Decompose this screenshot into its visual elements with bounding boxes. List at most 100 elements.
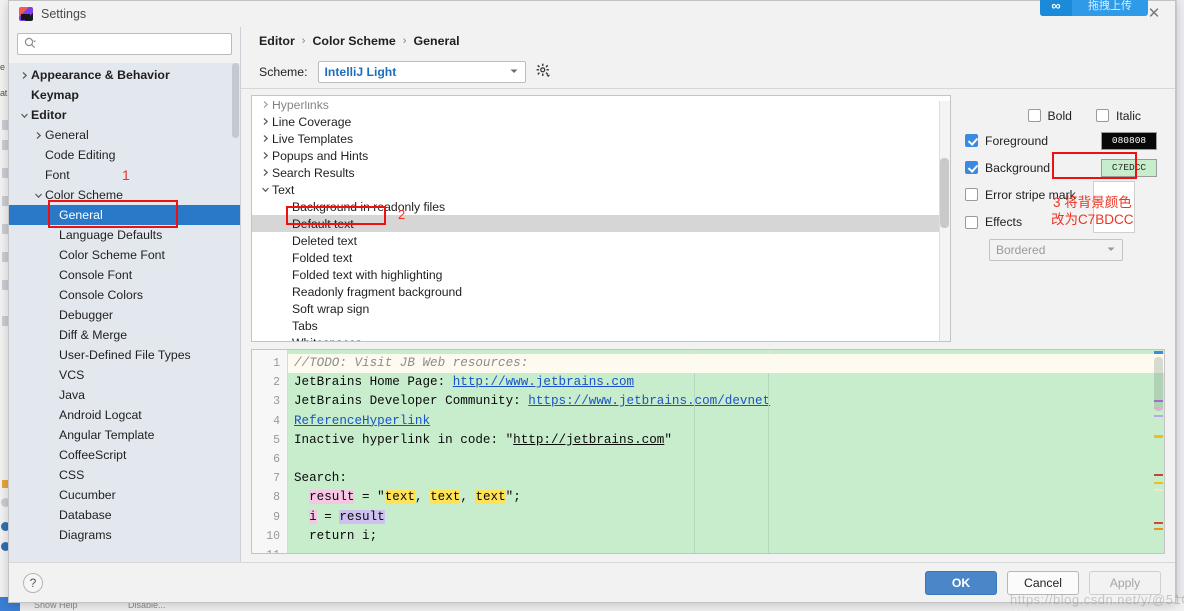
sidebar-item-database[interactable]: Database xyxy=(9,505,240,525)
attribute-item-soft-wrap-sign[interactable]: Soft wrap sign xyxy=(252,300,950,317)
sidebar-item-label: CoffeeScript xyxy=(59,448,127,462)
error-stripe-color-swatch[interactable] xyxy=(1093,181,1135,233)
ok-button[interactable]: OK xyxy=(925,570,997,595)
sidebar-item-appearance-behavior[interactable]: Appearance & Behavior xyxy=(9,65,240,85)
attributes-scrollbar-thumb[interactable] xyxy=(940,158,949,228)
cancel-button[interactable]: Cancel xyxy=(1007,570,1079,595)
sidebar-item-code-editing[interactable]: Code Editing xyxy=(9,145,240,165)
sidebar-item-color-scheme-font[interactable]: Color Scheme Font xyxy=(9,245,240,265)
code-inactive-hyperlink: http://jetbrains.com xyxy=(513,432,665,447)
line-number: 11 xyxy=(252,546,287,553)
chevron-down-icon[interactable] xyxy=(17,111,31,120)
code-hyperlink[interactable]: https://www.jetbrains.com/devnet xyxy=(528,394,770,408)
sidebar-item-editor[interactable]: Editor xyxy=(9,105,240,125)
sidebar-item-android-logcat[interactable]: Android Logcat xyxy=(9,405,240,425)
attribute-item-text[interactable]: Text xyxy=(252,181,950,198)
sidebar-item-coffeescript[interactable]: CoffeeScript xyxy=(9,445,240,465)
attribute-item-background-in-readonly-files[interactable]: Background in readonly files xyxy=(252,198,950,215)
attribute-item-folded-text-with-highlighting[interactable]: Folded text with highlighting xyxy=(252,266,950,283)
error-stripe-mark[interactable] xyxy=(1154,415,1163,417)
code-hyperlink[interactable]: ReferenceHyperlink xyxy=(294,414,430,428)
code-hyperlink[interactable]: http://www.jetbrains.com xyxy=(453,375,634,389)
sidebar-item-color-scheme[interactable]: Color Scheme xyxy=(9,185,240,205)
attribute-item-line-coverage[interactable]: Line Coverage xyxy=(252,113,950,130)
sidebar-item-label: Color Scheme xyxy=(45,188,123,202)
apply-button[interactable]: Apply xyxy=(1089,570,1161,595)
attribute-item-search-results[interactable]: Search Results xyxy=(252,164,950,181)
sidebar-item-user-defined-file-types[interactable]: User-Defined File Types xyxy=(9,345,240,365)
preview-code[interactable]: //TODO: Visit JB Web resources: JetBrains… xyxy=(288,350,1164,553)
attribute-item-whitespaces[interactable]: Whitespaces xyxy=(252,334,950,342)
error-stripe-mark[interactable] xyxy=(1154,400,1163,402)
error-stripe-mark[interactable] xyxy=(1154,522,1163,524)
attribute-item-popups-and-hints[interactable]: Popups and Hints xyxy=(252,147,950,164)
code-line: Inactive hyperlink in code: "http://jetb… xyxy=(294,432,672,447)
breadcrumb-item-general[interactable]: General xyxy=(413,34,459,48)
search-input[interactable] xyxy=(40,36,225,52)
chevron-down-icon xyxy=(1106,243,1116,257)
breadcrumb-item-color-scheme[interactable]: Color Scheme xyxy=(312,34,395,48)
sidebar-item-console-font[interactable]: Console Font xyxy=(9,265,240,285)
chevron-down-icon[interactable] xyxy=(258,185,272,194)
background-color-swatch[interactable]: C7EDCC xyxy=(1101,158,1157,177)
sidebar-item-language-defaults[interactable]: Language Defaults xyxy=(9,225,240,245)
preview-scrollbar-thumb[interactable] xyxy=(1154,357,1163,411)
attribute-item-default-text[interactable]: Default text xyxy=(252,215,950,232)
attributes-list[interactable]: Hyperlinks Line Coverage Live Templates Pop… xyxy=(251,95,951,342)
attribute-item-live-templates[interactable]: Live Templates xyxy=(252,130,950,147)
attribute-item-label: Popups and Hints xyxy=(272,148,369,163)
sidebar-tree[interactable]: Appearance & Behavior Keymap Editor General… xyxy=(9,63,240,562)
sidebar-item-java[interactable]: Java xyxy=(9,385,240,405)
foreground-color-swatch[interactable]: 080808 xyxy=(1101,131,1157,150)
sidebar-item-general[interactable]: General xyxy=(9,205,240,225)
error-stripe-mark[interactable] xyxy=(1154,528,1163,530)
preview-editor[interactable]: 1 2 3 4 5 6 7 8 9 10 11 //TODO: Visit JB Web resou… xyxy=(251,349,1165,554)
chevron-right-icon[interactable] xyxy=(258,168,272,177)
attribute-item-deleted-text[interactable]: Deleted text xyxy=(252,232,950,249)
chevron-right-icon[interactable] xyxy=(31,131,45,140)
error-stripe-mark[interactable] xyxy=(1154,489,1163,491)
effect-type-value: Bordered xyxy=(996,242,1046,257)
breadcrumb-item-editor[interactable]: Editor xyxy=(259,34,295,48)
sidebar-item-css[interactable]: CSS xyxy=(9,465,240,485)
error-stripe-mark[interactable] xyxy=(1154,407,1163,409)
upload-widget[interactable]: ∞ 拖拽上传 xyxy=(1040,0,1148,16)
error-stripe-mark[interactable] xyxy=(1154,482,1163,484)
sidebar-item-console-colors[interactable]: Console Colors xyxy=(9,285,240,305)
chevron-down-icon[interactable] xyxy=(31,191,45,200)
sidebar-item-cucumber[interactable]: Cucumber xyxy=(9,485,240,505)
attribute-item-tabs[interactable]: Tabs xyxy=(252,317,950,334)
gear-icon[interactable] xyxy=(536,63,551,81)
chevron-right-icon[interactable] xyxy=(258,134,272,143)
attributes-scrollbar[interactable] xyxy=(939,96,950,341)
sidebar-item-vcs[interactable]: VCS xyxy=(9,365,240,385)
sidebar-item-diff-merge[interactable]: Diff & Merge xyxy=(9,325,240,345)
attribute-item-readonly-fragment-background[interactable]: Readonly fragment background xyxy=(252,283,950,300)
bold-checkbox[interactable] xyxy=(1027,109,1041,122)
dialog-title: Settings xyxy=(41,7,87,21)
chevron-right-icon[interactable] xyxy=(258,151,272,160)
error-stripe-mark[interactable] xyxy=(1154,474,1163,476)
sidebar-item-diagrams[interactable]: Diagrams xyxy=(9,525,240,545)
sidebar-item-font[interactable]: Font xyxy=(9,165,240,185)
background-checkbox[interactable] xyxy=(965,161,978,174)
sidebar-scrollbar[interactable] xyxy=(232,63,239,138)
error-stripe-checkbox[interactable] xyxy=(965,188,978,201)
help-button[interactable]: ? xyxy=(23,572,43,593)
effect-type-select[interactable]: Bordered xyxy=(989,238,1123,261)
foreground-checkbox[interactable] xyxy=(965,134,978,147)
sidebar-item-keymap[interactable]: Keymap xyxy=(9,85,240,105)
effects-checkbox[interactable] xyxy=(965,215,978,229)
chevron-right-icon[interactable] xyxy=(258,100,272,109)
attribute-item-folded-text[interactable]: Folded text xyxy=(252,249,950,266)
sidebar-item-general[interactable]: General xyxy=(9,125,240,145)
error-stripe-mark[interactable] xyxy=(1154,435,1163,438)
chevron-right-icon[interactable] xyxy=(258,117,272,126)
chevron-right-icon[interactable] xyxy=(17,71,31,80)
italic-checkbox[interactable] xyxy=(1095,109,1109,122)
sidebar-item-debugger[interactable]: Debugger xyxy=(9,305,240,325)
sidebar-item-angular-template[interactable]: Angular Template xyxy=(9,425,240,445)
preview-error-stripe[interactable] xyxy=(1153,350,1164,553)
search-box[interactable] xyxy=(17,33,232,55)
scheme-select[interactable]: IntelliJ Light xyxy=(317,60,526,83)
